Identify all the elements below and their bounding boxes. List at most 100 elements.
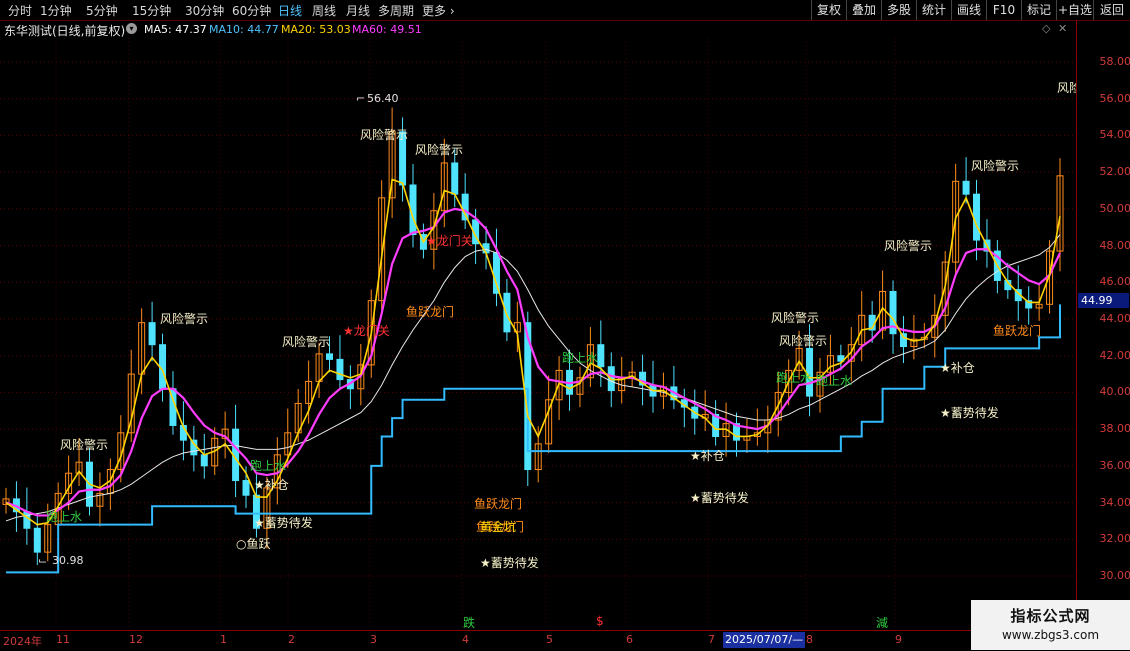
- price-tick-label: 58.00: [1099, 55, 1130, 68]
- candle-body: [23, 511, 31, 529]
- risk-warning-label: 风险警示: [360, 127, 408, 142]
- candle-body: [33, 527, 41, 553]
- ma60-value: MA60: 49.51: [352, 23, 422, 36]
- period-tab-1min[interactable]: 1分钟: [40, 2, 72, 19]
- period-tab-multi[interactable]: 多周期: [378, 2, 414, 19]
- date-label: 8: [806, 633, 813, 646]
- water-label: 跑上水: [46, 510, 82, 524]
- date-axis: 2024年 11 12 1 2 3 4 5 6 7 2025/07/07/— 8…: [0, 630, 1076, 651]
- period-tab-more[interactable]: 更多 ›: [422, 2, 455, 19]
- dragon-gate-label: ★龙门关: [426, 233, 473, 248]
- button-f10[interactable]: F10: [986, 0, 1021, 20]
- add-position-label: ★补仓: [690, 449, 725, 463]
- date-label: 2: [288, 633, 295, 646]
- date-label: 6: [626, 633, 633, 646]
- site-logo: 指标公式网 www.zbgs3.com: [971, 600, 1130, 650]
- diamond-icon[interactable]: ◇: [1042, 22, 1050, 35]
- risk-warning-label: 风险警示: [884, 238, 932, 253]
- risk-warning-label: 风险警示: [771, 310, 819, 325]
- candle-body: [326, 353, 334, 360]
- dragon-gate-label: ★龙门关: [343, 323, 390, 338]
- jump-label: ○鱼跃: [236, 537, 270, 551]
- water-label: 跑上水: [562, 351, 598, 365]
- low-price-label: 30.98: [52, 554, 84, 567]
- price-tick-label: 42.00: [1099, 348, 1130, 362]
- period-tab-daily[interactable]: 日线: [278, 2, 302, 19]
- button-add-watchlist[interactable]: +自选: [1056, 0, 1093, 20]
- period-tab-intraday[interactable]: 分时: [8, 2, 32, 19]
- date-label: 9: [895, 633, 902, 646]
- kline-chart[interactable]: 风险警示 风险警示 风险警示 风险警示 风险警示 风险警示 风险警示 风险警示 风险警示 风险 ⌐ 5…: [0, 38, 1081, 630]
- period-toolbar: 分时 1分钟 5分钟 15分钟 30分钟 60分钟 日线 周线 月线 多周期 更…: [0, 0, 1130, 21]
- ma5-value: MA5: 47.37: [144, 23, 207, 36]
- price-tick-label: 48.00: [1099, 238, 1130, 252]
- button-restore-rights[interactable]: 复权: [811, 0, 846, 20]
- button-multi-stock[interactable]: 多股: [881, 0, 916, 20]
- flag-fall: 跌: [463, 616, 476, 630]
- risk-warning-label: 风险警示: [779, 333, 827, 348]
- period-tab-5min[interactable]: 5分钟: [86, 2, 118, 19]
- candle-body: [148, 322, 156, 346]
- button-statistics[interactable]: 统计: [916, 0, 951, 20]
- price-tick-label: 44.00: [1099, 312, 1130, 325]
- risk-warning-label: 风险警示: [60, 437, 108, 452]
- dropdown-chevron-icon[interactable]: ▾: [126, 23, 137, 34]
- button-mark[interactable]: 标记: [1021, 0, 1056, 20]
- waiting-label: ★蓄势待发: [254, 515, 313, 530]
- price-tick-label: 36.00: [1099, 458, 1130, 472]
- flag-reduce: 減: [876, 616, 889, 630]
- risk-warning-label: 风险警示: [160, 311, 208, 326]
- price-tick-label: 30.00: [1099, 569, 1130, 582]
- candle-body: [503, 292, 511, 333]
- kline-svg: 风险警示风险警示风险警示风险警示风险警示风险警示风险警示风险警示风险警示风险⌐ 5…: [0, 38, 1081, 630]
- stock-title[interactable]: 东华测试(日线,前复权): [4, 22, 125, 39]
- period-tab-30min[interactable]: 30分钟: [185, 2, 224, 19]
- chevron-right-icon: ›: [449, 4, 455, 18]
- close-icon[interactable]: ✕: [1058, 22, 1067, 35]
- current-price-marker: 44.99: [1078, 292, 1129, 308]
- water-label: 跑上水: [816, 374, 852, 388]
- ma10-value: MA10: 44.77: [209, 23, 279, 36]
- waiting-label: ★蓄势待发: [480, 555, 539, 570]
- button-overlay[interactable]: 叠加: [846, 0, 881, 20]
- candle-body: [451, 162, 459, 195]
- price-tick-label: 50.00: [1099, 201, 1130, 215]
- date-label: 1: [220, 633, 227, 646]
- candle-body: [242, 480, 250, 496]
- candle-body: [336, 358, 344, 381]
- price-tick-label: 54.00: [1099, 128, 1130, 142]
- price-tick-label: 40.00: [1099, 385, 1130, 399]
- low-marker: ⌙: [38, 554, 47, 567]
- risk-warning-label: 风险警示: [282, 334, 330, 349]
- period-tab-15min[interactable]: 15分钟: [132, 2, 171, 19]
- date-label: 4: [462, 633, 469, 646]
- date-label: 7: [708, 633, 715, 646]
- period-tab-monthly[interactable]: 月线: [346, 2, 370, 19]
- date-label: 11: [56, 633, 70, 646]
- add-position-label: ★补仓: [254, 478, 289, 492]
- waiting-label: ★蓄势待发: [940, 405, 999, 420]
- jump-dragon-label: 鱼跃龙门: [406, 304, 454, 319]
- button-back[interactable]: 返回: [1093, 0, 1130, 20]
- period-tab-weekly[interactable]: 周线: [312, 2, 336, 19]
- candle-body: [492, 252, 500, 294]
- button-draw-line[interactable]: 画线: [951, 0, 986, 20]
- water-label: 跑上水: [776, 371, 812, 385]
- price-tick-label: 56.00: [1099, 91, 1130, 105]
- waiting-label: ★蓄势待发: [690, 490, 749, 505]
- price-tick-label: 32.00: [1099, 532, 1130, 546]
- candle-body: [962, 180, 970, 195]
- candle-body: [200, 454, 208, 467]
- price-tick-label: 46.00: [1099, 275, 1130, 289]
- high-marker: ⌐: [356, 92, 365, 105]
- period-tab-60min[interactable]: 60分钟: [232, 2, 271, 19]
- date-label: 12: [129, 633, 143, 646]
- add-position-label: ★补仓: [940, 361, 975, 375]
- ma20-value: MA20: 53.03: [281, 23, 351, 36]
- candle-body: [899, 333, 907, 348]
- price-tick-label: 38.00: [1099, 422, 1130, 436]
- cursor-date-label: 2025/07/07/—: [723, 632, 806, 648]
- golden-pit-label: 黄金坑: [480, 519, 516, 534]
- date-label: 2024年: [3, 635, 42, 648]
- high-price-label: 56.40: [367, 92, 399, 105]
